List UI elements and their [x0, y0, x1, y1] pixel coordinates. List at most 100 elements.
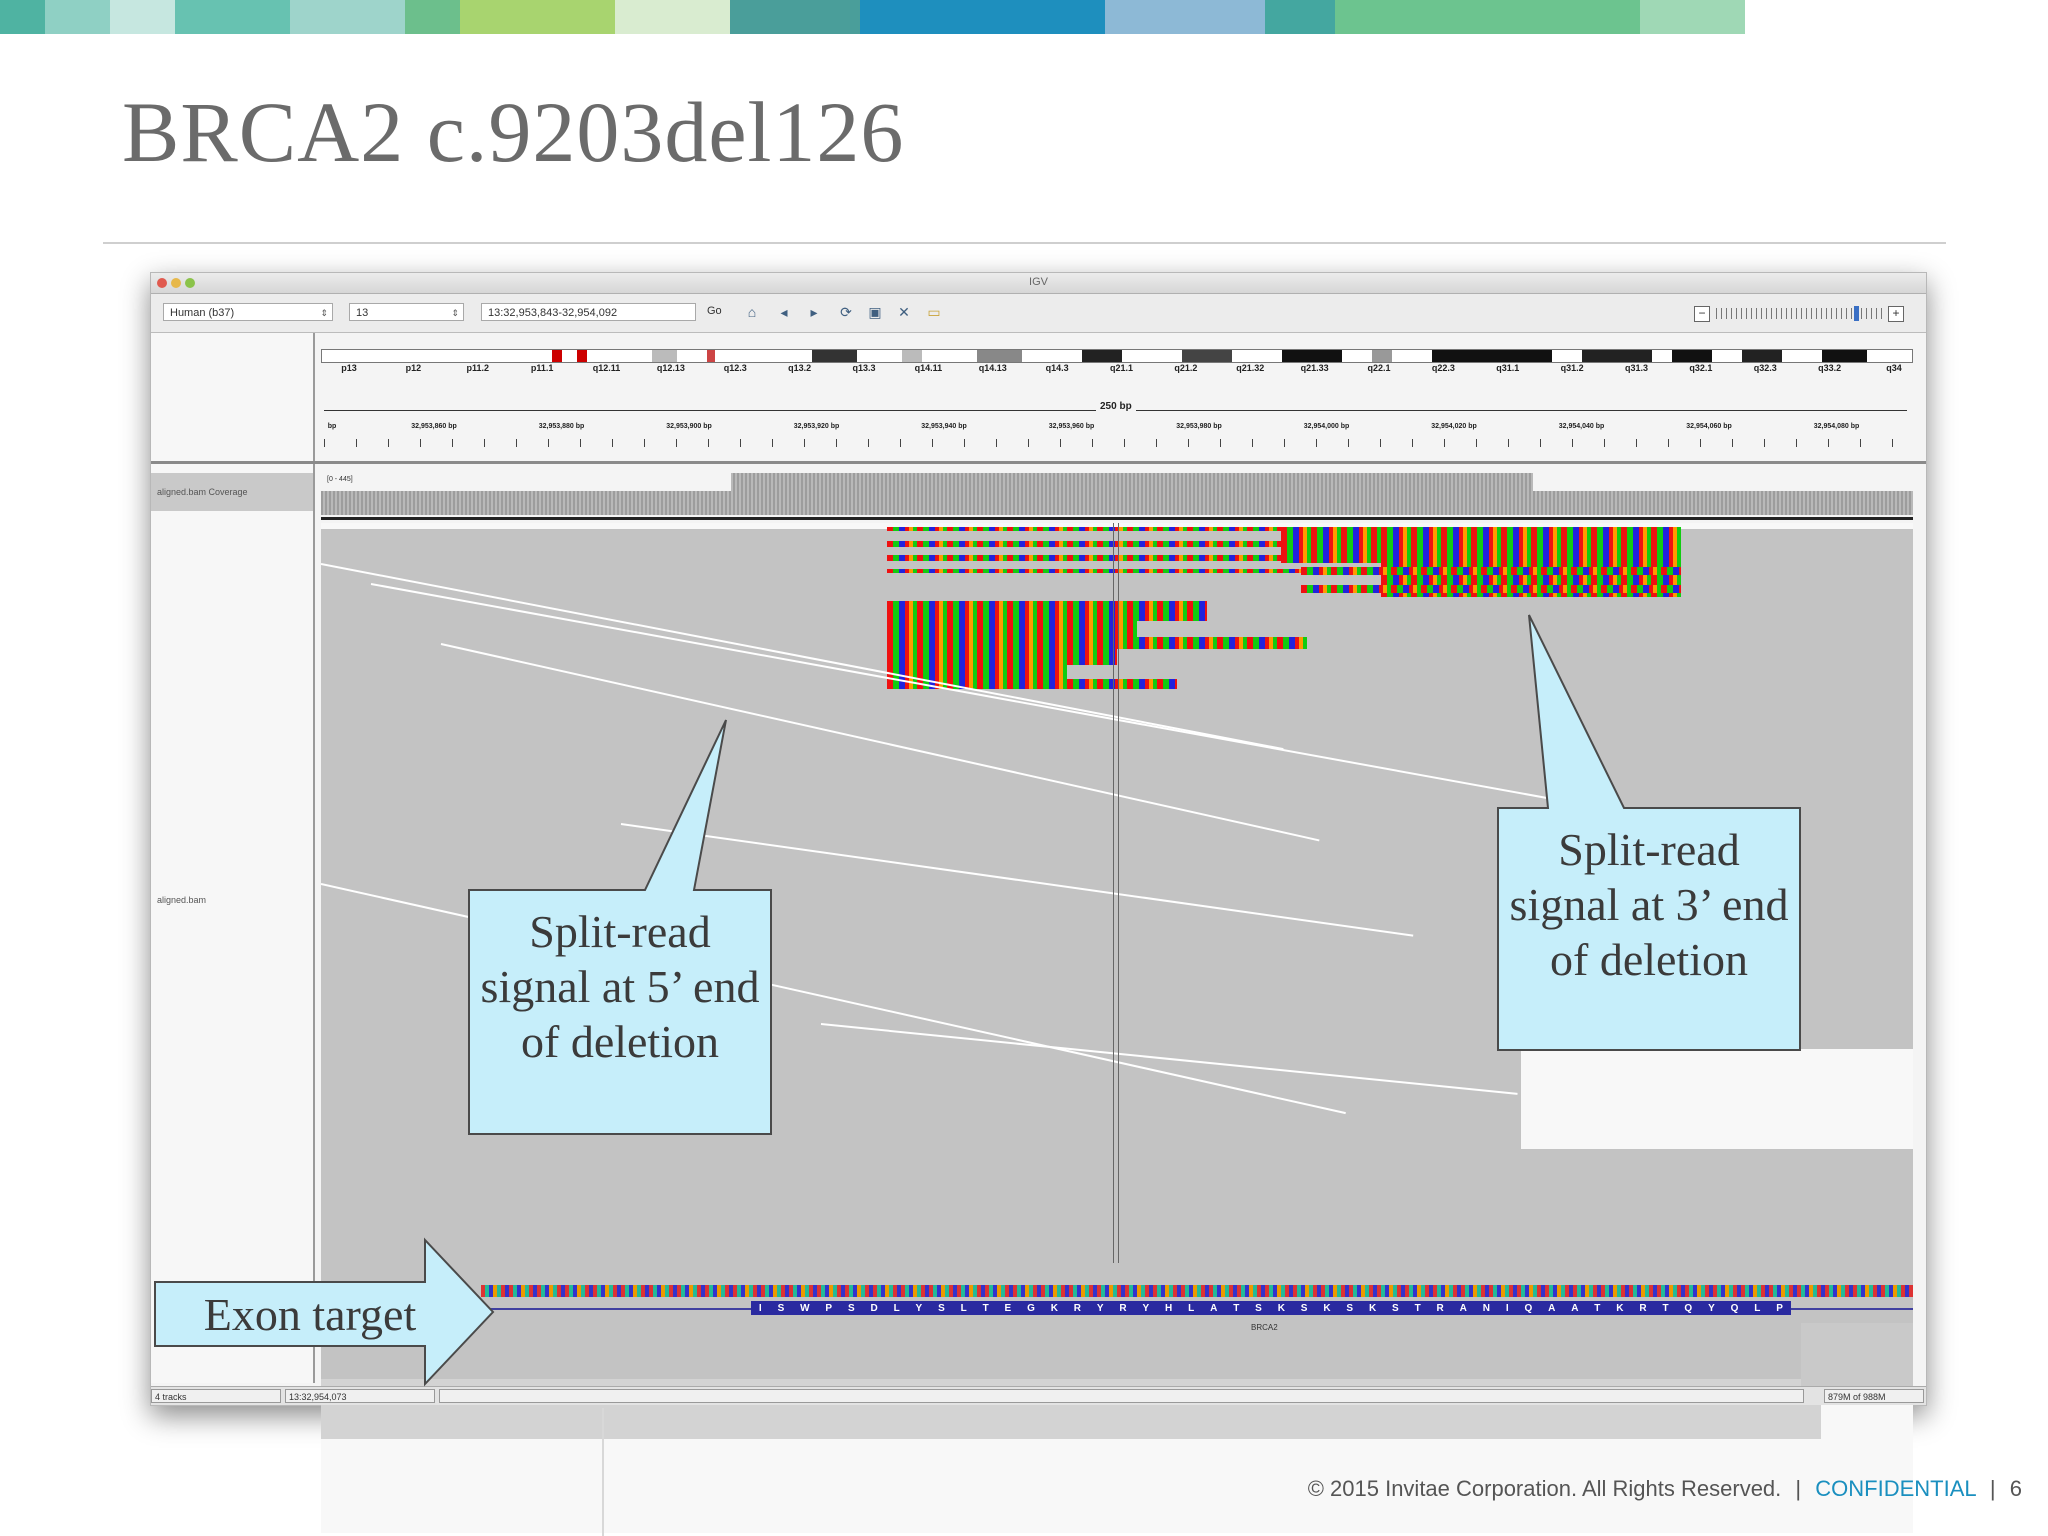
home-icon[interactable]: ⌂ — [741, 302, 763, 322]
amino-acid-label: P — [1776, 1302, 1783, 1314]
resize-icon[interactable]: ✕ — [893, 302, 915, 322]
cytoband — [1082, 350, 1122, 362]
status-track-count: 4 tracks — [151, 1389, 281, 1403]
cytoband — [707, 350, 715, 362]
amino-acid-label: S — [847, 1302, 855, 1314]
cytoband — [1582, 350, 1652, 362]
locus-input[interactable]: 13:32,953,843-32,954,092 — [481, 303, 696, 321]
top-bar-segment — [1335, 0, 1640, 34]
cytoband-label: q32.1 — [1689, 363, 1713, 373]
amino-acid-label: W — [800, 1302, 810, 1314]
top-bar-segment — [290, 0, 405, 34]
title-divider — [103, 242, 1946, 244]
brca2-exon-feature[interactable]: ISWPSDLYSLTEGKRYRYHLATSKSKSKSTRANIQAATKR… — [751, 1301, 1791, 1315]
amino-acid-label: S — [1346, 1302, 1354, 1314]
top-bar-segment — [730, 0, 860, 34]
ruler-minor-ticks — [324, 439, 1907, 447]
zoom-out-icon[interactable]: − — [1694, 306, 1710, 322]
amino-acid-label: A — [1571, 1302, 1579, 1314]
ruler-tick-label: 32,953,920 bp — [793, 423, 840, 430]
status-message — [439, 1389, 1804, 1403]
amino-acid-label: R — [1436, 1302, 1444, 1314]
five-prime-callout-text: Split-read signal at 5’ end of deletion — [480, 906, 760, 1067]
amino-acid-label: Y — [1142, 1302, 1150, 1314]
cytoband-label: q31.2 — [1560, 363, 1584, 373]
footer-copyright: © 2015 Invitae Corporation. All Rights R… — [1307, 1476, 1782, 1501]
zoom-widget[interactable]: − + — [1694, 306, 1904, 322]
chromosome-ideogram[interactable] — [321, 349, 1913, 363]
amino-acid-label: S — [1300, 1302, 1308, 1314]
cytoband-labels: p13 p12 p11.2 p11.1 q12.11 q12.13 q12.3 q13.2 q1… — [321, 363, 1911, 377]
cytoband-label: q14.13 — [978, 363, 1007, 373]
cytoband — [577, 350, 587, 362]
reference-sequence-track[interactable] — [481, 1285, 1913, 1297]
chromosome-select[interactable]: 13 ⇕ — [349, 303, 464, 321]
amino-acid-label: P — [825, 1302, 833, 1314]
cytoband — [1822, 350, 1867, 362]
top-bar-segment — [860, 0, 1105, 34]
refresh-icon[interactable]: ⟳ — [835, 302, 857, 322]
forward-arrow-icon[interactable]: ▸ — [803, 302, 825, 322]
ruler-tick-label: 32,953,860 bp — [411, 423, 457, 430]
page-number: 6 — [2009, 1476, 2022, 1501]
status-memory: 879M of 988M — [1824, 1389, 1924, 1403]
amino-acid-label: H — [1165, 1302, 1173, 1314]
status-bar: 4 tracks 13:32,954,073 879M of 988M — [151, 1386, 1926, 1405]
footer-confidential: CONFIDENTIAL — [1815, 1476, 1976, 1501]
soft-clipped-reads — [887, 555, 1327, 561]
amino-acid-label: T — [982, 1302, 989, 1314]
zoom-in-icon[interactable]: + — [1888, 306, 1904, 322]
ruler-tick-label: 32,953,980 bp — [1176, 423, 1222, 430]
zoom-thumb[interactable] — [1854, 306, 1859, 321]
ruler-tick-labels: bp 32,953,860 bp 32,953,880 bp 32,953,900 b… — [324, 423, 1907, 435]
amino-acid-label: K — [1050, 1302, 1058, 1314]
top-bar-segment — [0, 0, 45, 34]
top-bar-segment — [460, 0, 615, 34]
amino-acid-label: I — [758, 1302, 762, 1314]
amino-acid-label: L — [1754, 1302, 1761, 1314]
amino-acid-label: L — [960, 1302, 967, 1314]
amino-acid-label: Y — [1708, 1302, 1715, 1314]
amino-acid-label: K — [1616, 1302, 1624, 1314]
top-bar-segment — [615, 0, 730, 34]
exon-target-callout-text: Exon target — [203, 1289, 417, 1340]
cytoband — [902, 350, 922, 362]
slide-title: BRCA2 c.9203del126 — [122, 84, 905, 180]
cytoband — [1742, 350, 1782, 362]
go-button[interactable]: Go — [707, 305, 722, 317]
ruler-tick-label: 32,953,960 bp — [1048, 423, 1095, 430]
soft-clipped-reads — [887, 637, 1307, 649]
slide-vertical-line — [602, 1408, 604, 1536]
alignment-track-name[interactable]: aligned.bam — [157, 895, 206, 905]
cytoband — [977, 350, 1022, 362]
coverage-dip-right — [1533, 473, 1913, 491]
coverage-track[interactable] — [321, 473, 1913, 515]
cytoband-label: q12.11 — [592, 363, 621, 373]
amino-acid-label: K — [1277, 1302, 1285, 1314]
cytoband — [1432, 350, 1552, 362]
amino-acid-label: T — [1662, 1302, 1669, 1314]
cytoband-label: q14.11 — [914, 363, 943, 373]
back-arrow-icon[interactable]: ◂ — [773, 302, 795, 322]
cytoband-label: q32.3 — [1753, 363, 1777, 373]
cytoband-label: p13 — [341, 363, 357, 373]
header-divider — [151, 461, 1926, 464]
amino-acid-label: G — [1027, 1302, 1035, 1314]
region-icon[interactable]: ▣ — [864, 302, 886, 322]
soft-clipped-reads — [887, 621, 1137, 637]
cytoband-label: q22.1 — [1367, 363, 1391, 373]
amino-acid-label: S — [777, 1302, 785, 1314]
amino-acid-label: L — [893, 1302, 900, 1314]
amino-acid-label: I — [1505, 1302, 1509, 1314]
top-bar-segment — [405, 0, 460, 34]
status-position: 13:32,954,073 — [285, 1389, 435, 1403]
amino-acid-label: A — [1548, 1302, 1556, 1314]
coverage-track-name[interactable]: aligned.bam Coverage — [157, 487, 248, 497]
genome-select[interactable]: Human (b37) ⇕ — [163, 303, 333, 321]
window-titlebar: IGV — [151, 273, 1926, 294]
ruler-tick-label: 32,954,020 bp — [1431, 423, 1477, 430]
popup-text-icon[interactable]: ▭ — [923, 302, 945, 322]
amino-acid-label: T — [1414, 1302, 1421, 1314]
cytoband-label: q21.1 — [1109, 363, 1134, 373]
ruler-tick-label: 32,953,880 bp — [538, 423, 585, 430]
